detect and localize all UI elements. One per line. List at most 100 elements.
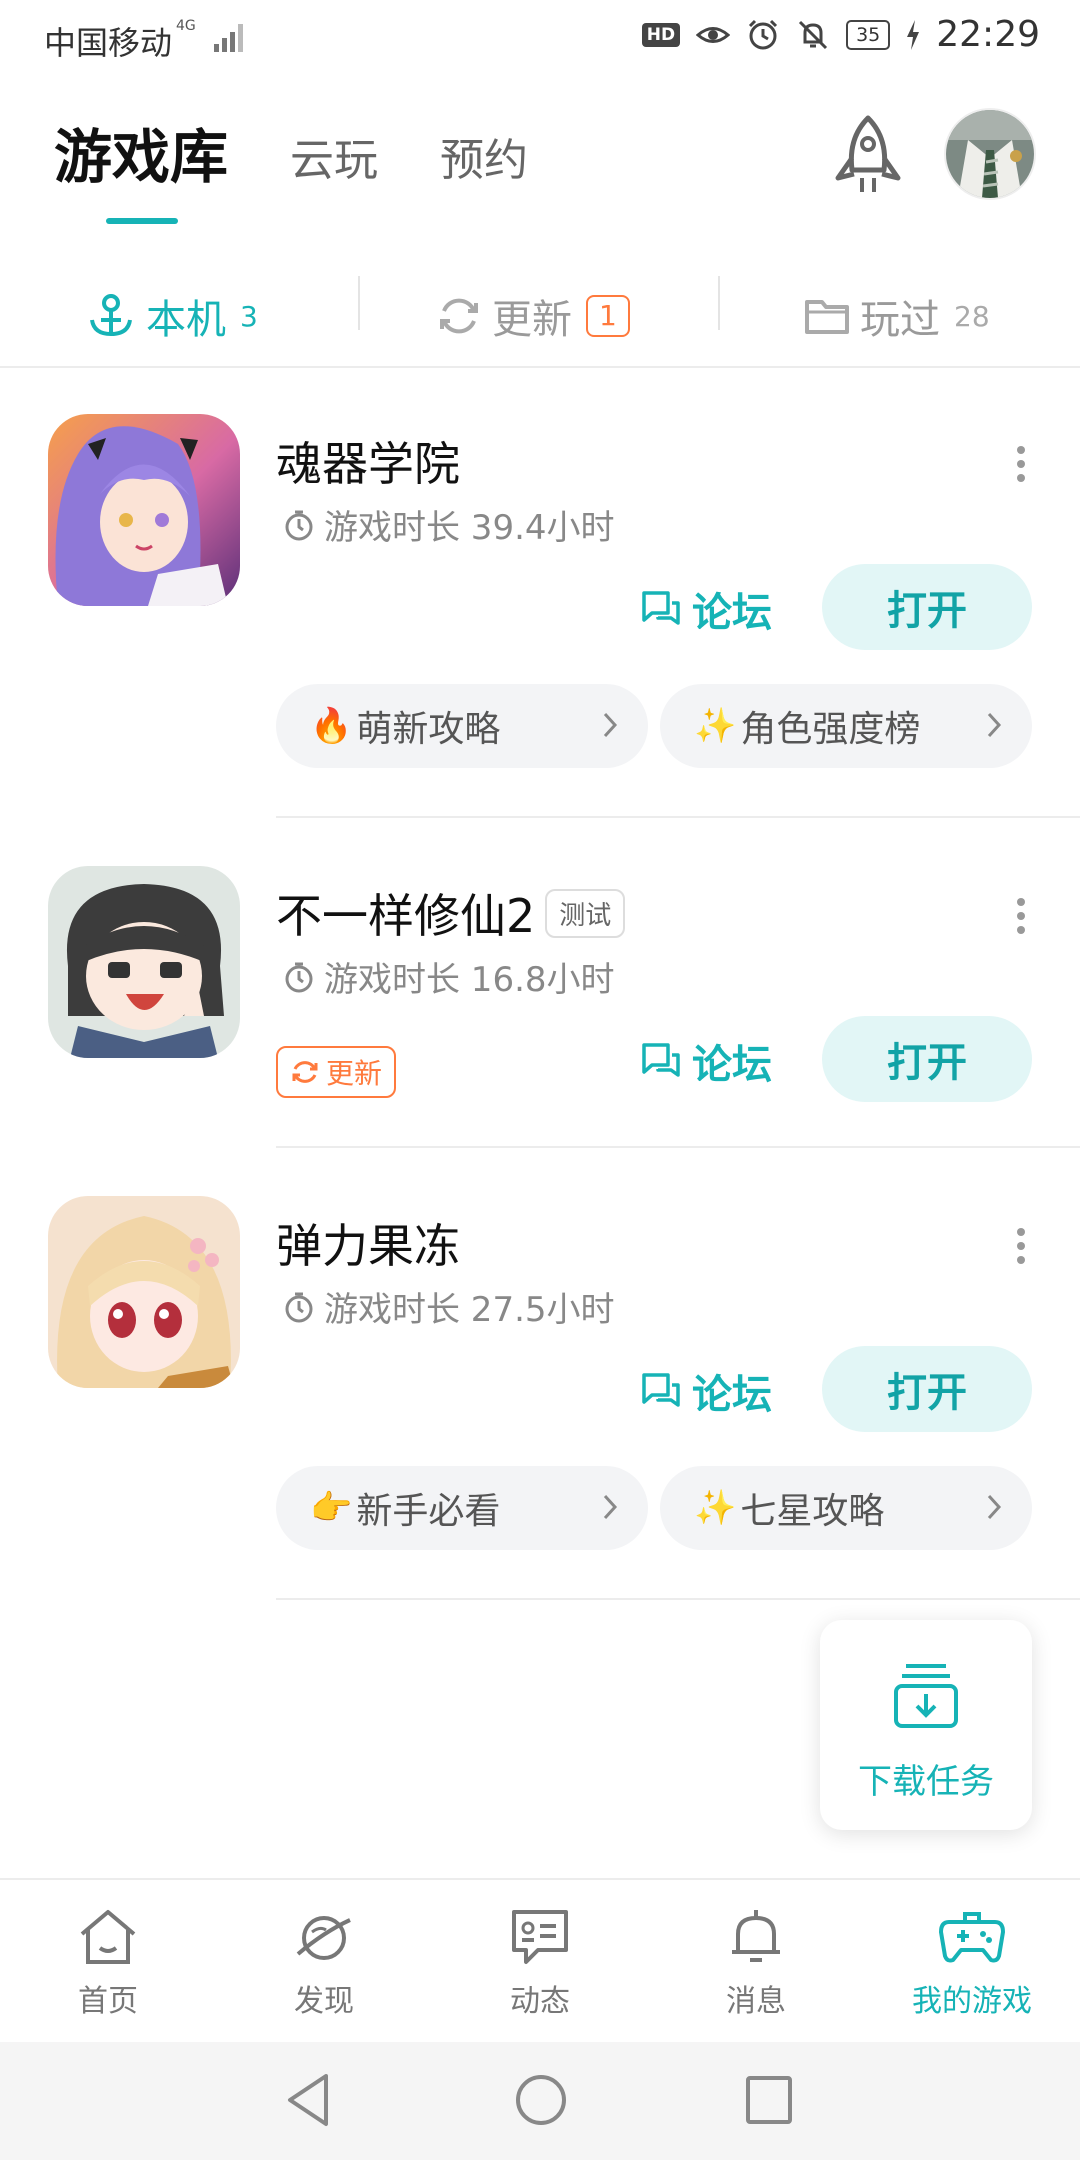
chat-bubbles-icon [642,1373,680,1407]
battery-level: 35 [846,19,891,50]
back-icon[interactable] [284,2072,334,2128]
mute-icon [799,20,828,49]
playtime-text: 游戏时长 16.8小时 [324,960,615,1000]
subtab-local-count: 3 [240,299,258,333]
guide-chip[interactable]: ✨ 角色强度榜 [660,684,1032,768]
update-badge[interactable]: 更新 [276,1046,397,1098]
gamepad-icon [939,1912,1005,1963]
subtab-local-label: 本机 [146,297,226,343]
bottom-nav: 首页 发现 动态 消息 我的游戏 [0,1878,1080,2042]
chevron-right-icon [987,1494,1002,1520]
game-title[interactable]: 弹力果冻 [276,1210,460,1276]
update-count-badge: 1 [586,295,630,337]
planet-icon [296,1916,351,1960]
nav-feed-label: 动态 [510,1984,570,2019]
playtime: 游戏时长 39.4小时 [282,500,615,549]
more-options-icon[interactable] [1010,444,1032,484]
subtab-played[interactable]: 玩过 28 [804,266,990,366]
chevron-right-icon [603,712,618,738]
feed-icon [512,1910,568,1964]
nav-feed[interactable]: 动态 [470,1906,610,2020]
forum-label: 论坛 [692,1372,772,1418]
stopwatch-icon [285,962,313,992]
subtab-played-label: 玩过 [860,297,940,343]
alarm-icon [749,19,778,49]
forum-button[interactable]: 论坛 [640,1032,772,1090]
guide-chip[interactable]: ✨ 七星攻略 [660,1466,1032,1550]
subtab-update[interactable]: 更新 1 [436,266,630,366]
chip-label: 七星攻略 [740,1491,885,1532]
download-tasks-button[interactable]: 下载任务 [820,1620,1032,1830]
network-type: 4G [176,18,196,34]
subtab-local[interactable]: 本机 3 [86,266,258,366]
recents-icon[interactable] [744,2072,794,2128]
game-title[interactable]: 不一样修仙2 测试 [276,880,626,946]
chevron-right-icon [987,712,1002,738]
more-options-icon[interactable] [1010,896,1032,936]
download-tray-icon [894,1664,958,1728]
game-icon[interactable] [48,1196,240,1388]
more-options-icon[interactable] [1010,1226,1032,1266]
stopwatch-icon [285,510,313,540]
pointing-hand-icon: 👉 [310,1488,353,1528]
chip-label: 萌新攻略 [356,709,501,750]
status-bar: 中国移动 4G HD 35 22:29 [0,0,1080,76]
chat-bubbles-icon [642,1043,680,1077]
chip-label: 角色强度榜 [740,709,921,750]
playtime: 游戏时长 27.5小时 [282,1282,615,1331]
guide-chip[interactable]: 👉 新手必看 [276,1466,648,1550]
tab-game-library[interactable]: 游戏库 [54,110,228,194]
carrier-name: 中国移动 4G [44,18,196,62]
nav-home-label: 首页 [78,1984,138,2019]
nav-discover[interactable]: 发现 [254,1906,394,2020]
hd-icon: HD [641,22,681,47]
nav-my-games-label: 我的游戏 [912,1984,1032,2019]
subtab-divider [358,276,360,330]
open-button[interactable]: 打开 [822,1346,1032,1432]
anchor-icon [90,294,132,337]
open-button[interactable]: 打开 [822,1016,1032,1102]
playtime-text: 游戏时长 39.4小时 [324,508,615,548]
tab-reservations[interactable]: 预约 [440,124,528,194]
fire-icon: 🔥 [310,706,353,746]
game-icon[interactable] [48,866,240,1058]
home-icon [80,1910,136,1964]
subtab-played-count: 28 [954,299,990,333]
folder-icon [805,300,849,334]
refresh-icon [440,298,478,334]
item-divider [276,1146,1080,1148]
playtime: 游戏时长 16.8小时 [282,952,615,1001]
game-icon[interactable] [48,414,240,606]
update-badge-label: 更新 [326,1057,383,1090]
forum-label: 论坛 [692,590,772,636]
playtime-text: 游戏时长 27.5小时 [324,1290,615,1330]
sub-tabs: 本机 3 更新 1 玩过 28 [0,266,1080,366]
tab-cloud-play[interactable]: 云玩 [290,124,378,194]
forum-button[interactable]: 论坛 [640,580,772,638]
test-tag: 测试 [545,889,626,938]
active-tab-indicator [106,218,178,224]
system-nav-bar [0,2042,1080,2160]
charging-icon [907,19,920,50]
open-button[interactable]: 打开 [822,564,1032,650]
nav-messages-label: 消息 [726,1984,786,2019]
home-circle-icon[interactable] [514,2072,568,2128]
eye-comfort-icon [696,26,731,43]
nav-my-games[interactable]: 我的游戏 [902,1906,1042,2020]
signal-icon [212,22,246,52]
header-divider [0,366,1080,368]
game-title[interactable]: 魂器学院 [276,428,460,494]
item-divider [276,816,1080,818]
bell-icon [732,1910,780,1962]
sparkles-icon: ✨ [694,706,737,746]
guide-chip[interactable]: 🔥 萌新攻略 [276,684,648,768]
nav-messages[interactable]: 消息 [686,1906,826,2020]
user-avatar[interactable] [946,110,1034,198]
chip-label: 新手必看 [356,1491,501,1532]
rocket-icon[interactable] [828,112,908,200]
sparkles-icon: ✨ [694,1488,737,1528]
stopwatch-icon [285,1292,313,1322]
chat-bubbles-icon [642,591,680,625]
nav-home[interactable]: 首页 [38,1906,178,2020]
forum-button[interactable]: 论坛 [640,1362,772,1420]
